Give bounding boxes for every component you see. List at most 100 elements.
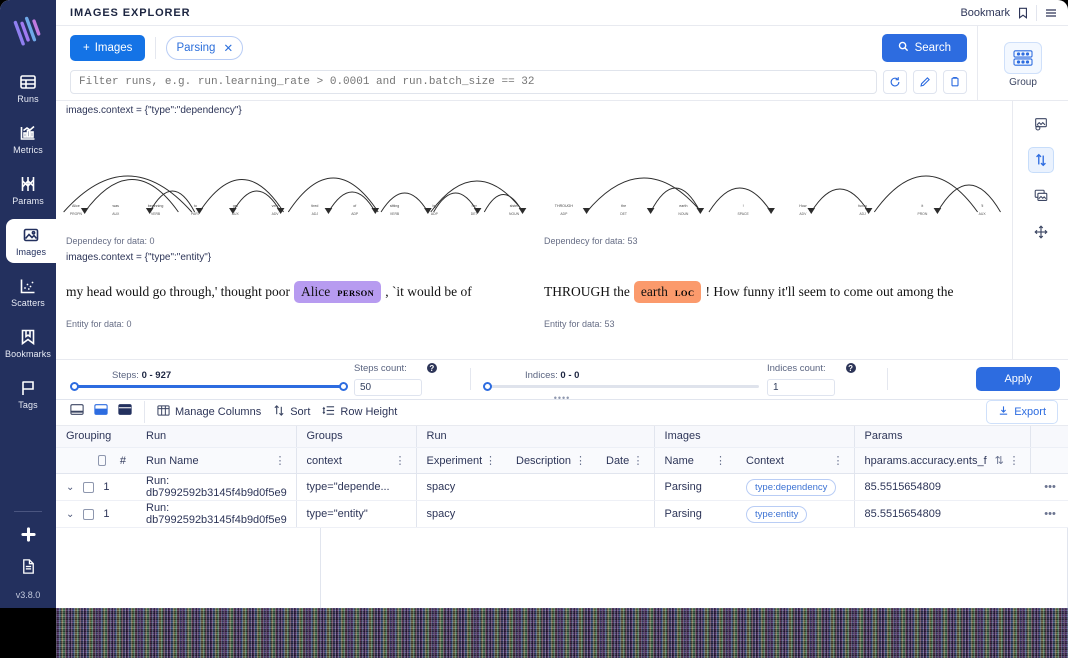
sidebar-item-label: Params [12,196,44,206]
sidebar-item-tags[interactable]: Tags [0,372,56,416]
hamburger-menu-icon[interactable] [1044,6,1058,20]
row-checkbox[interactable] [83,481,95,493]
steps-count-input[interactable] [354,378,422,396]
sort-arrows-icon[interactable] [1027,147,1054,173]
column-header-hparams[interactable]: hparams.accuracy.ents_f ⇅ ⋮ [853,447,1031,474]
steps-knob-left[interactable] [70,382,79,391]
help-icon[interactable]: ? [845,363,856,373]
columns-icon [157,404,170,420]
sidebar-item-scatters[interactable]: Scatters [0,270,56,314]
steps-label: Steps: 0 - 927 [72,370,346,381]
more-horizontal-icon[interactable]: ••• [1030,500,1068,528]
dep-token: get AUX [231,204,239,216]
more-horizontal-icon[interactable]: ••• [1030,473,1068,501]
export-button[interactable]: Export [986,400,1058,424]
sidebar-item-runs[interactable]: Runs [0,66,56,110]
cell-grouping[interactable]: ⌄ 1 [56,473,136,501]
steps-track[interactable] [70,382,348,391]
column-menu-icon[interactable]: ⋮ [275,454,286,467]
table-column-header-row: # Run Name ⋮ context ⋮ Experiment ⋮ Desc… [56,447,1068,474]
chip-label: Parsing [176,42,216,54]
sort-toggle-icon[interactable]: ⇅ [995,454,1004,467]
column-menu-icon[interactable]: ⋮ [715,454,726,467]
dep-token: of ADP [351,204,359,216]
dependency-image-left[interactable]: Alice PROPN was AUX beginning VERB to PART g… [56,116,534,248]
cell-grouping[interactable]: ⌄ 1 [56,500,136,528]
entity-text-before: my head would go through,' thought poor [66,284,291,299]
move-icon[interactable] [1028,219,1054,245]
group-header-run: Run [136,425,296,448]
sidebar-item-images[interactable]: Images [6,219,56,263]
row-height-icon [322,404,335,420]
panel-bottom-icon[interactable] [70,403,84,421]
column-header-actions [1029,447,1068,474]
add-images-button[interactable]: + Images [70,35,146,61]
manage-columns-button[interactable]: Manage Columns [157,404,261,420]
sort-button[interactable]: Sort [273,404,310,420]
indices-slider[interactable]: Indices: 0 - 0 [477,370,767,391]
column-menu-icon[interactable]: ⋮ [633,454,644,467]
row-height-button[interactable]: Row Height [322,404,397,420]
stack-images-icon[interactable] [1028,183,1054,209]
docs-icon[interactable] [20,558,37,580]
bookmark-label[interactable]: Bookmark [960,7,1010,19]
add-images-label: Images [94,42,133,54]
indices-knob[interactable] [483,382,492,391]
resize-handle[interactable]: •••• [554,393,571,403]
column-menu-icon[interactable]: ⋮ [833,454,844,467]
panel-split-icon[interactable] [94,403,108,421]
sidebar-item-bookmarks[interactable]: Bookmarks [0,321,56,365]
help-icon[interactable]: ? [426,363,437,373]
table-row[interactable]: ⌄ 1 Run: db7992592b3145f4b9d0f5e9 type="… [56,473,1068,501]
column-header-date[interactable]: Date ⋮ [596,447,655,474]
column-menu-icon[interactable]: ⋮ [485,454,496,467]
steps-slider[interactable]: Steps: 0 - 927 [64,370,354,391]
column-header-context[interactable]: context ⋮ [295,447,416,474]
chevron-down-icon[interactable]: ⌄ [66,482,74,493]
visualization-canvas[interactable]: images.context = {"type":"dependency"} A… [56,101,1012,359]
column-menu-icon[interactable]: ⋮ [1009,454,1020,467]
aim-logo[interactable] [8,8,48,52]
chevron-down-icon[interactable]: ⌄ [66,509,74,520]
column-header-image-context[interactable]: Context ⋮ [736,447,855,474]
column-header-run-name[interactable]: Run Name ⋮ [136,447,296,474]
indices-count-text: Indices count: [767,362,826,374]
apply-button[interactable]: Apply [976,367,1060,391]
edit-icon[interactable] [913,70,937,94]
search-button[interactable]: Search [881,34,967,62]
column-menu-icon[interactable]: ⋮ [395,454,406,467]
entity-text-after: , `it would be of [385,284,472,299]
table-row[interactable]: ⌄ 1 Run: db7992592b3145f4b9d0f5e9 type="… [56,500,1068,528]
status-badge: type:dependency [746,478,837,496]
select-all-checkbox[interactable] [98,455,106,466]
bookmark-icon[interactable] [1017,7,1029,19]
column-menu-icon[interactable]: ⋮ [575,454,586,467]
dependency-image-right[interactable]: THROUGH ADP the DET earth NOUN ! SPACE How AD… [534,116,1012,248]
panel-full-icon[interactable] [118,403,132,421]
dep-token: sitting VERB [389,204,400,216]
steps-knob-right[interactable] [339,382,348,391]
copy-icon[interactable] [943,70,967,94]
close-icon[interactable]: ✕ [223,41,233,55]
column-header-description[interactable]: Description ⋮ [506,447,596,474]
column-header-index[interactable]: # [56,447,136,474]
row-checkbox[interactable] [83,508,95,520]
cell-context: type="entity" [295,500,416,528]
sidebar-item-metrics[interactable]: Metrics [0,117,56,161]
entity-image-left[interactable]: my head would go through,' thought poor … [56,281,534,303]
chip-parsing[interactable]: Parsing ✕ [166,36,244,60]
reset-icon[interactable] [883,70,907,94]
column-header-experiment[interactable]: Experiment ⋮ [415,447,506,474]
settings-image-icon[interactable] [1028,111,1054,137]
indices-count-input[interactable] [767,378,835,396]
runs-table: Manage Columns Sort Row Height Export Gr… [56,398,1068,608]
group-icon[interactable] [1004,42,1042,74]
sidebar-item-params[interactable]: Params [0,168,56,212]
slack-icon[interactable] [20,526,37,548]
entity-image-right[interactable]: THROUGH the earth LOC ! How funny it'll … [534,281,1012,303]
dep-token: sister NOUN [509,204,520,216]
indices-track[interactable] [483,382,759,391]
column-header-name[interactable]: Name ⋮ [653,447,737,474]
search-input[interactable] [70,70,877,94]
indices-count-field: Indices count: ? [767,363,877,396]
